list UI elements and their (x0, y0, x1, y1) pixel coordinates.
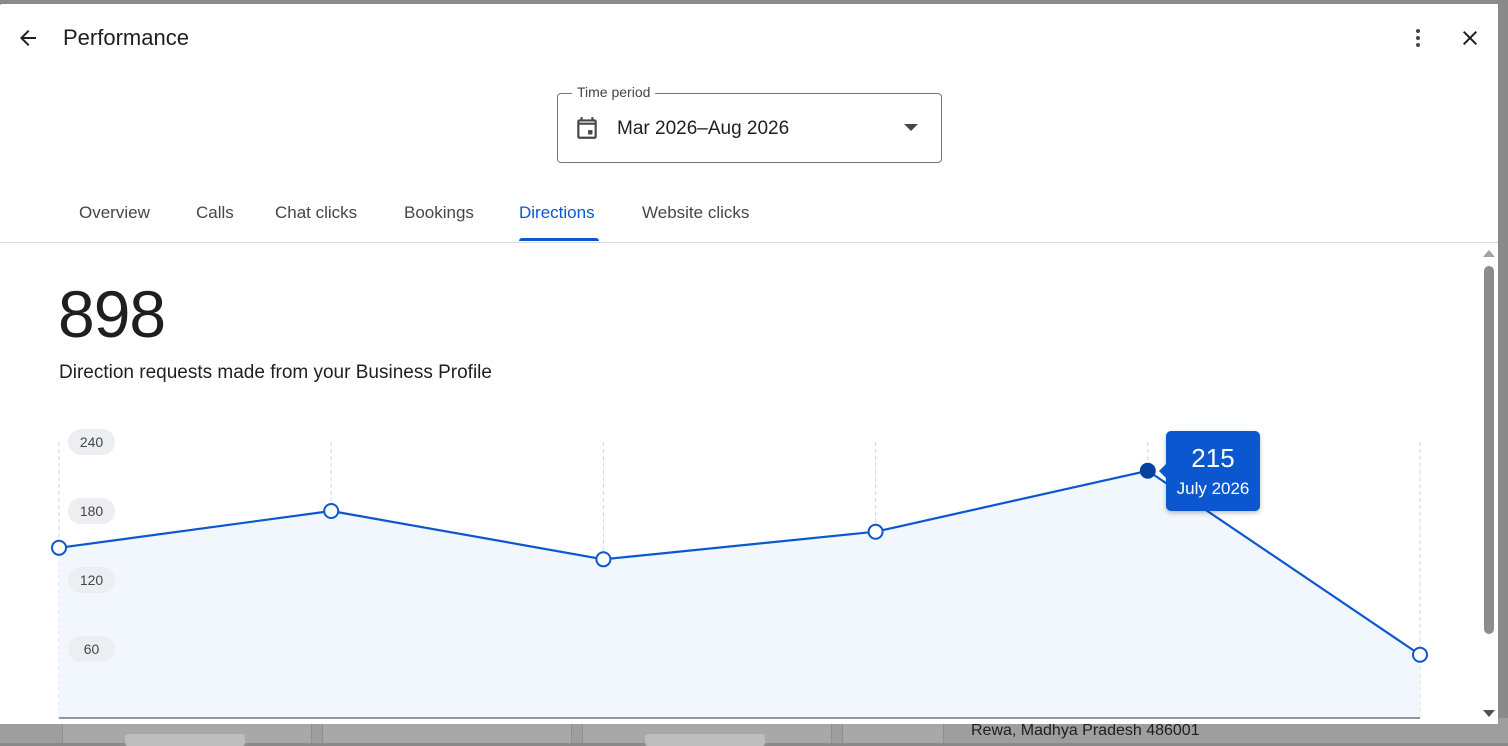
chart-tooltip: 215 July 2026 (1159, 431, 1260, 511)
performance-dialog: Performance Time period Mar 2026–Aug 202… (0, 4, 1498, 724)
data-point (867, 523, 884, 540)
background-address: Rewa, Madhya Pradesh 486001 (971, 722, 1200, 739)
data-point (323, 503, 340, 519)
background-chip (125, 734, 245, 746)
data-point-highlighted (1139, 462, 1156, 479)
background-chip (645, 734, 765, 746)
scrollbar-thumb[interactable] (1484, 266, 1494, 634)
scroll-down-arrow[interactable] (1483, 710, 1495, 717)
scroll-up-arrow[interactable] (1483, 250, 1495, 257)
data-point (1412, 646, 1428, 663)
y-tick-label: 60 (84, 641, 100, 657)
y-tick-label: 240 (80, 434, 104, 450)
data-point (595, 551, 612, 568)
y-tick-label: 120 (80, 572, 104, 588)
tooltip-label: July 2026 (1176, 479, 1250, 498)
directions-line-chart: 60 120 180 240 (51, 429, 1428, 719)
y-tick-label: 180 (80, 503, 104, 519)
data-point (51, 539, 67, 556)
tooltip-value: 215 (1191, 443, 1235, 473)
